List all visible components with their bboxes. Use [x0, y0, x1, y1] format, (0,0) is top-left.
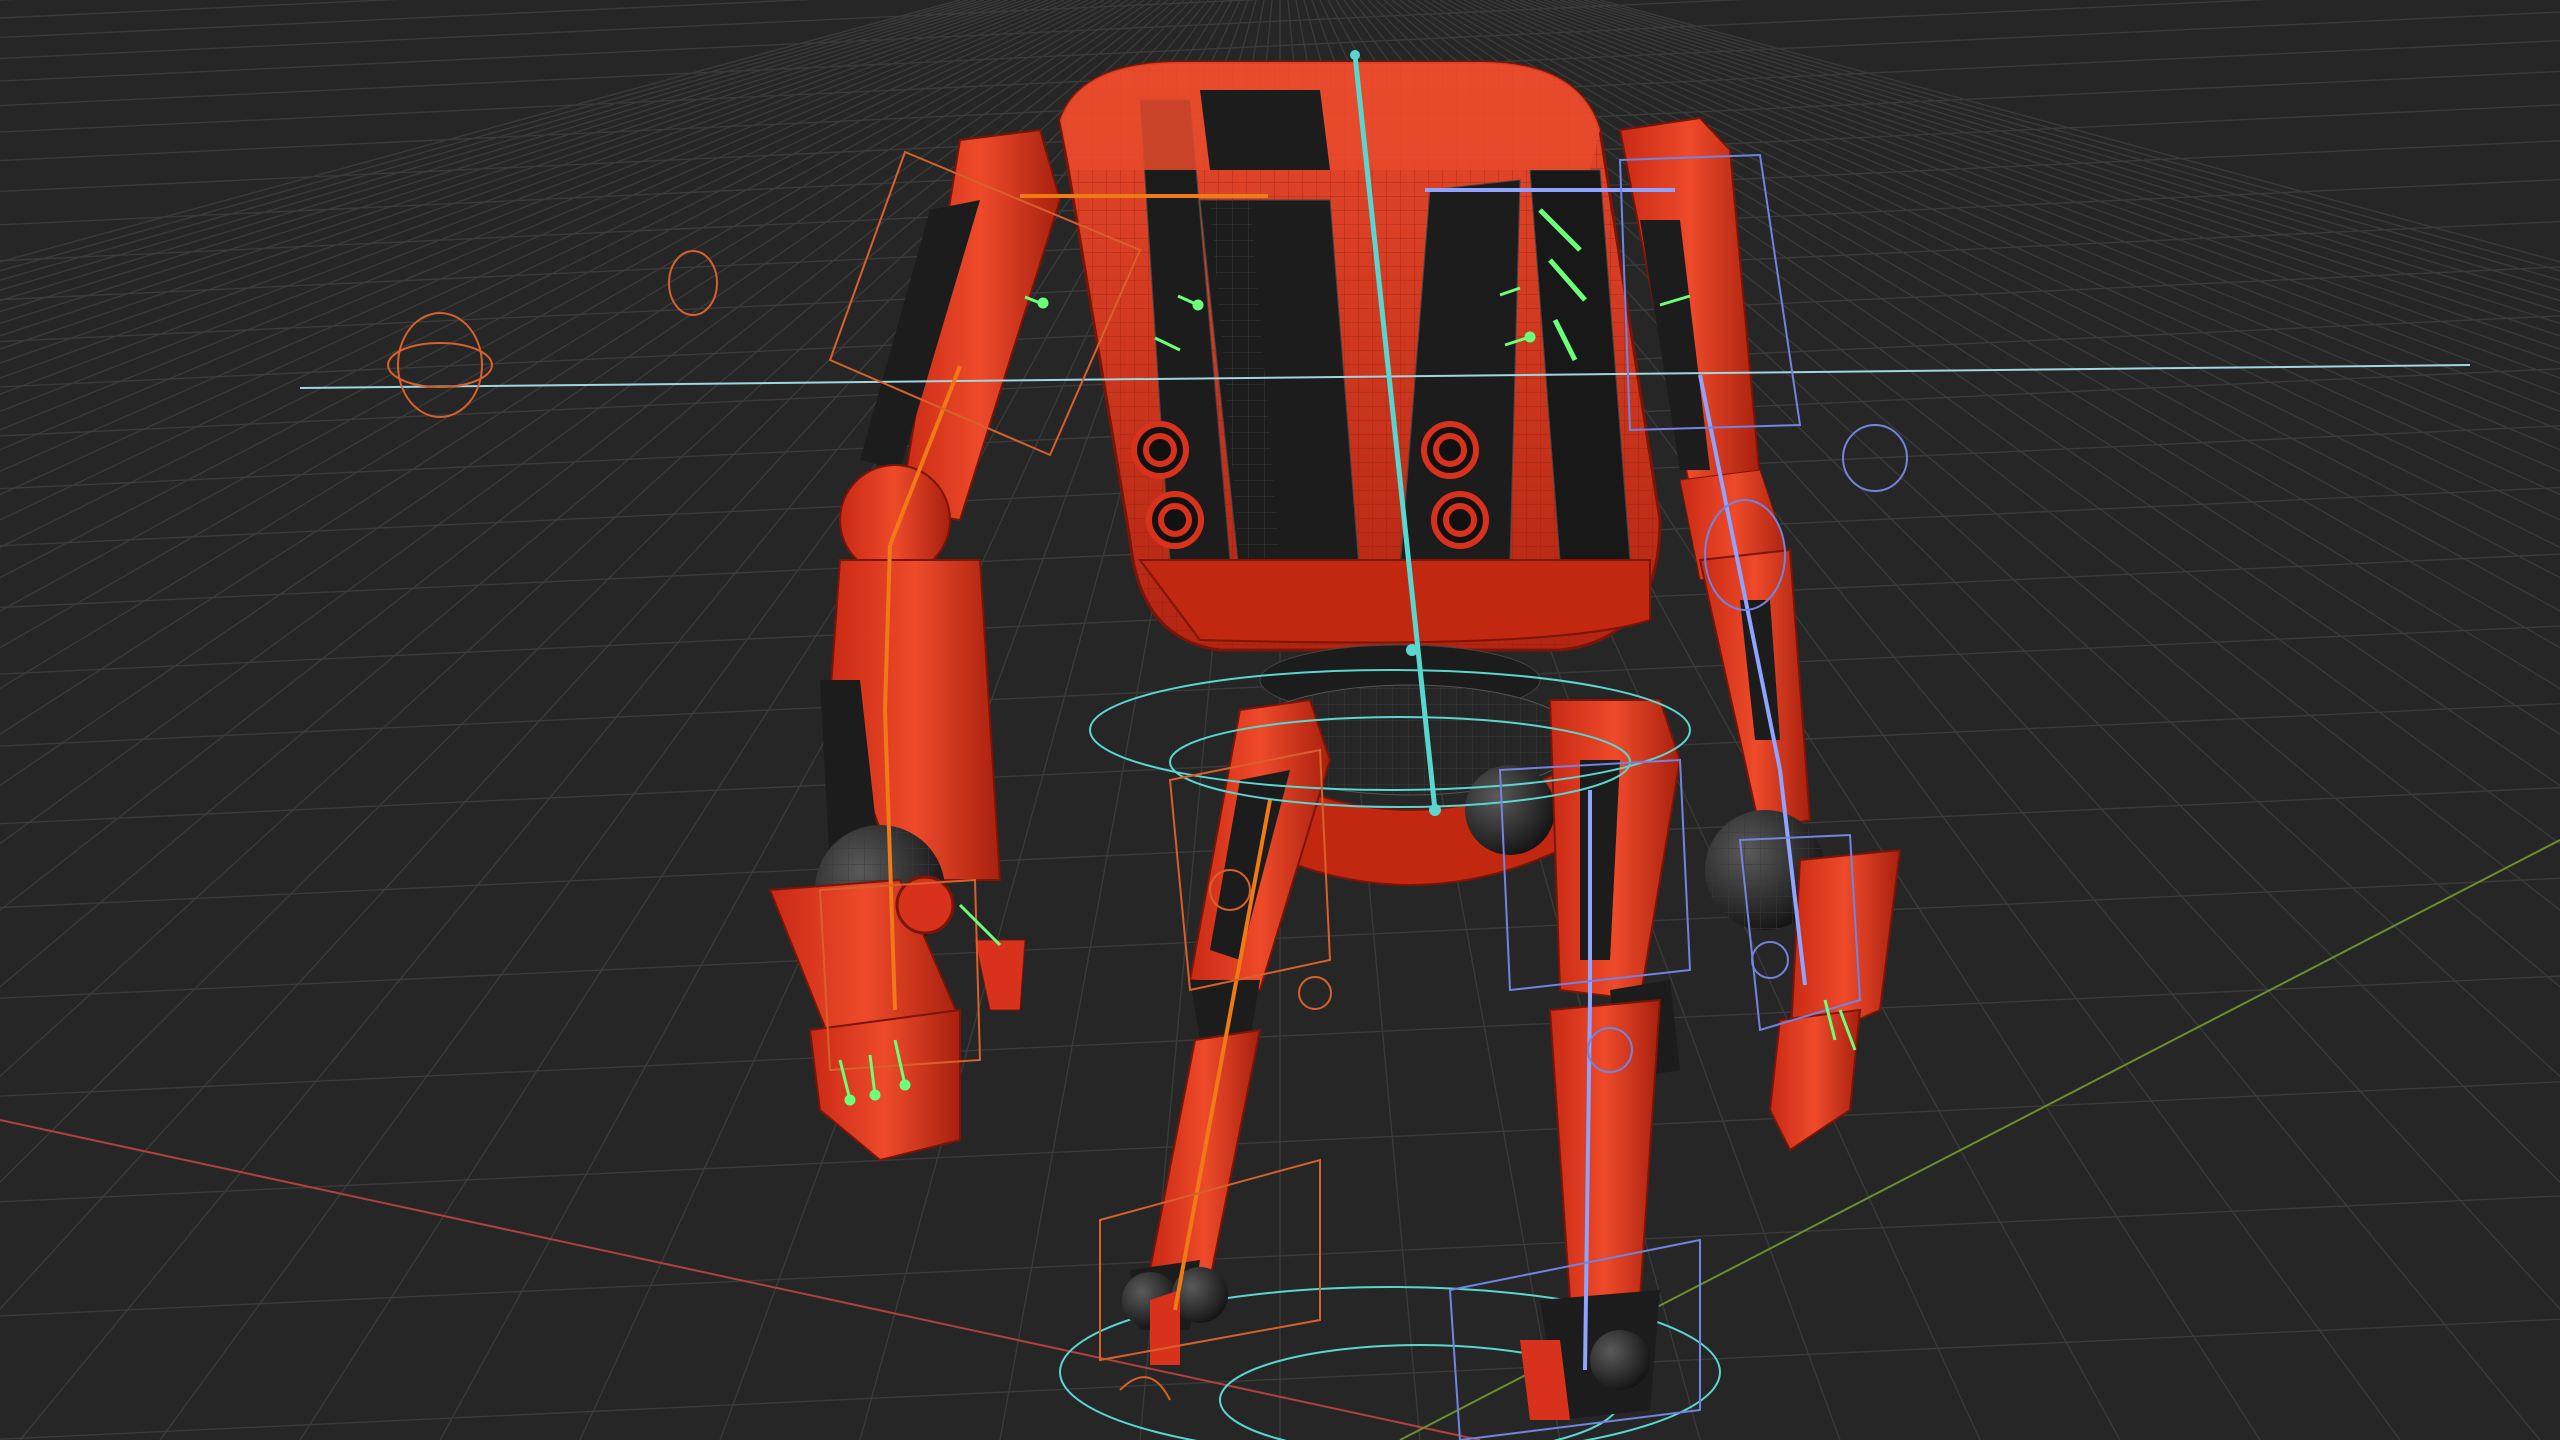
- robot-torso[interactable]: [1058, 60, 1662, 652]
- robot-arm-left[interactable]: [768, 128, 1062, 1162]
- 3d-viewport[interactable]: [0, 0, 2560, 1440]
- x-axis-line: [0, 1119, 1481, 1440]
- viewport-scene[interactable]: [0, 0, 2560, 1440]
